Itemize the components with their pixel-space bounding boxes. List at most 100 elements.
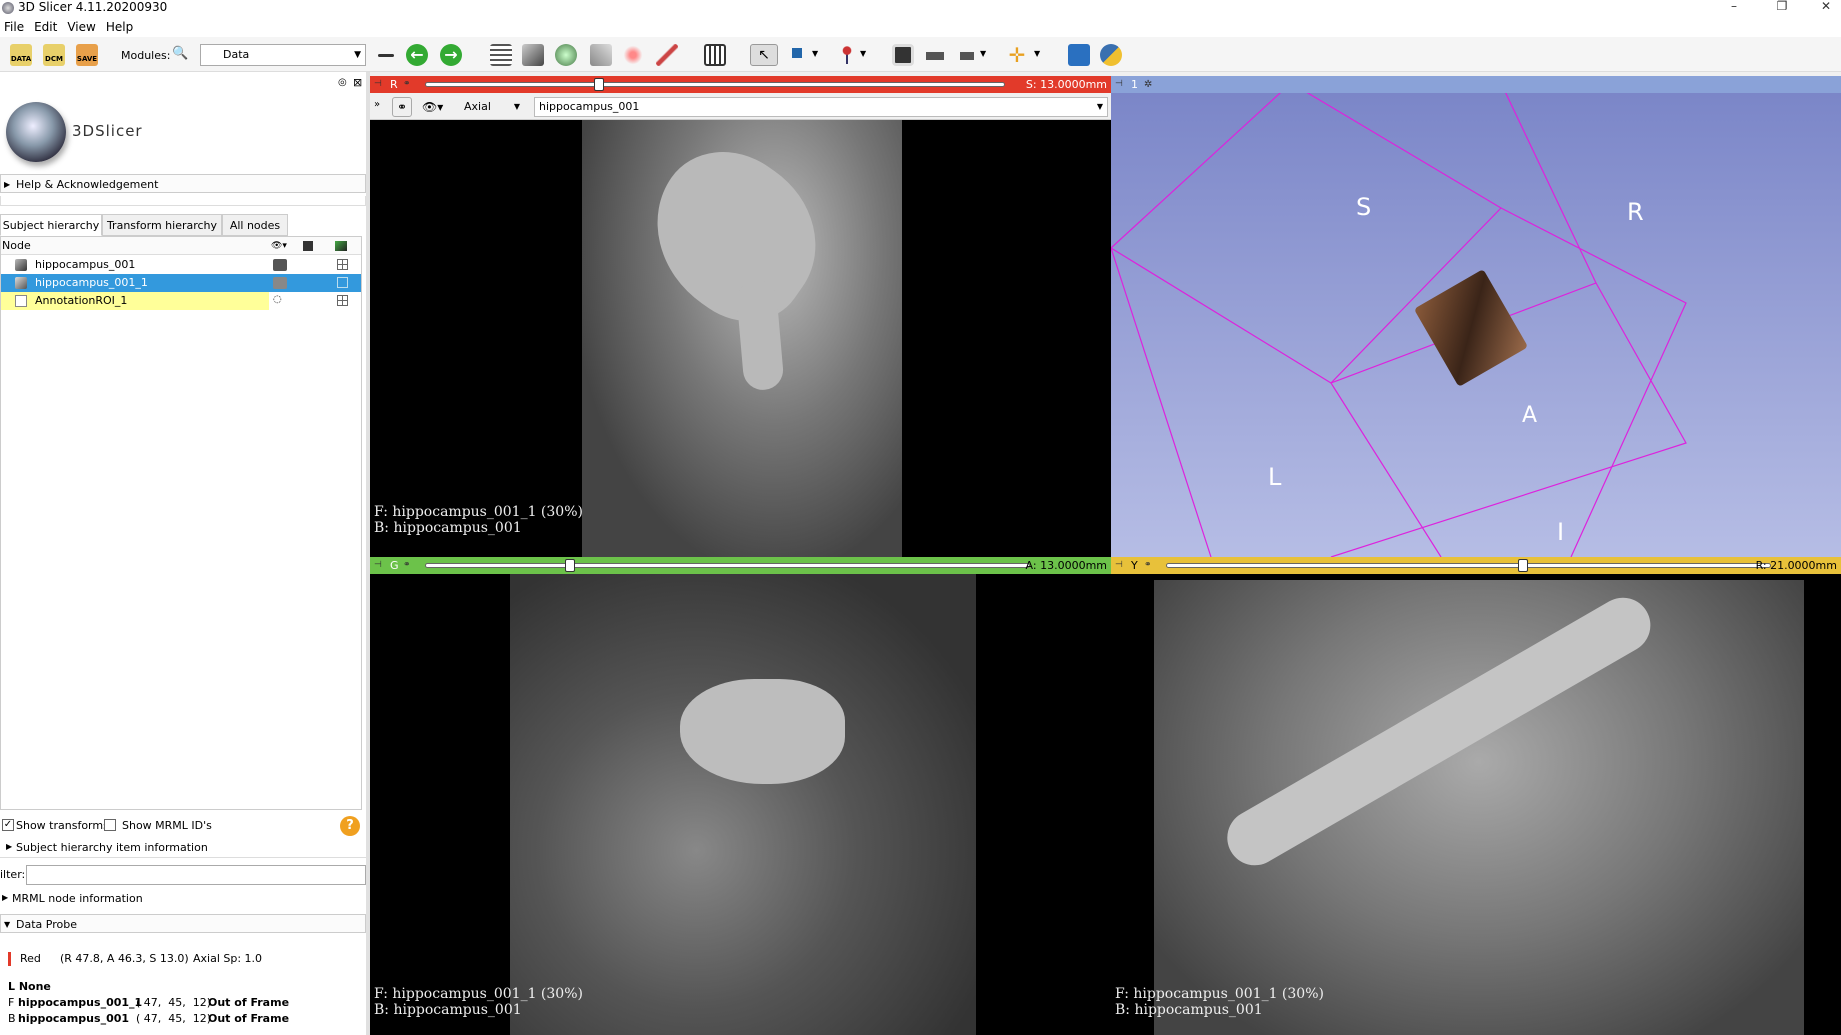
dicom-button[interactable]: DCM: [43, 44, 65, 66]
pin-icon[interactable]: ⊣: [1115, 76, 1123, 93]
pin-icon[interactable]: ⊣: [374, 557, 382, 574]
crosshair-icon[interactable]: ✛: [1006, 44, 1028, 66]
tree-row-annotation-roi-1[interactable]: AnnotationROI_1 ◌: [1, 292, 361, 310]
layout-icon[interactable]: [704, 44, 726, 66]
eye-column-icon[interactable]: 👁▾: [271, 237, 287, 255]
yellow-offset-value: R: 21.0000mm: [1755, 559, 1837, 572]
eye-icon[interactable]: ◌: [273, 295, 287, 307]
chevron-right-icon: ▶: [6, 842, 13, 851]
tree-row-hippocampus-001[interactable]: hippocampus_001: [1, 256, 361, 274]
tab-subject-hierarchy[interactable]: Subject hierarchy: [0, 214, 102, 236]
module-history-icon[interactable]: [378, 54, 394, 57]
show-transforms-checkbox[interactable]: ✓: [2, 819, 14, 831]
link-icon[interactable]: ⚭: [403, 557, 411, 574]
transform-column-icon[interactable]: [335, 241, 347, 251]
yellow-offset-slider[interactable]: [1166, 563, 1771, 568]
link-views-icon[interactable]: ⚭: [392, 97, 412, 117]
save-button[interactable]: SAVE: [76, 44, 98, 66]
red-view-letter: R: [390, 78, 398, 91]
close-button[interactable]: ✕: [1806, 0, 1841, 17]
red-fg-label: F: hippocampus_001_1 (30%): [374, 504, 583, 520]
segment-editor-icon[interactable]: [656, 44, 678, 66]
menu-file[interactable]: File: [0, 17, 30, 37]
transforms-module-icon[interactable]: [590, 44, 612, 66]
red-slider-handle[interactable]: [594, 78, 604, 91]
subject-hierarchy-tree[interactable]: Node 👁▾ hippocampus_001 hippocampus_001_…: [0, 236, 362, 810]
show-mrml-ids-checkbox[interactable]: [104, 819, 116, 831]
screenshot-icon[interactable]: [892, 44, 914, 66]
settings-icon[interactable]: ✲: [1144, 76, 1152, 93]
green-offset-slider[interactable]: [425, 563, 1030, 568]
data-probe-section[interactable]: ▼ Data Probe: [0, 914, 366, 933]
models-module-icon[interactable]: [555, 44, 577, 66]
chevron-down-icon[interactable]: ▼: [1034, 49, 1044, 71]
chevron-down-icon[interactable]: ▼: [860, 49, 870, 71]
mouse-pointer-icon[interactable]: ↖: [750, 44, 778, 66]
probe-view-name: Red: [20, 952, 41, 965]
extension-manager-icon[interactable]: [1068, 44, 1090, 66]
visibility-icon[interactable]: [273, 259, 287, 271]
transform-icon[interactable]: [337, 277, 348, 288]
subject-item-info-section[interactable]: Subject hierarchy item information: [16, 841, 208, 854]
probe-b-prefix: B: [8, 1012, 16, 1025]
yellow-slice-view[interactable]: F: hippocampus_001_1 (30%) B: hippocampu…: [1111, 574, 1841, 1035]
tab-all-nodes[interactable]: All nodes: [222, 214, 288, 236]
mri-slice-image: [510, 574, 976, 1035]
python-console-icon[interactable]: [1100, 44, 1122, 66]
red-slice-view[interactable]: F: hippocampus_001_1 (30%) B: hippocampu…: [370, 120, 1111, 557]
menu-edit[interactable]: Edit: [30, 17, 63, 37]
probe-foreground-name: hippocampus_001_1: [18, 996, 143, 1009]
orientation-selector[interactable]: Axial ▼: [460, 97, 520, 117]
eye-icon[interactable]: 👁▾: [422, 97, 452, 117]
help-icon[interactable]: ?: [340, 816, 360, 836]
visibility-icon[interactable]: [273, 277, 287, 289]
crosshair-pin-icon[interactable]: [836, 44, 858, 66]
pin-icon[interactable]: ⊣: [374, 76, 382, 93]
chevron-down-icon: ▼: [4, 920, 11, 929]
link-icon[interactable]: ⚭: [403, 76, 411, 93]
forward-arrow-icon[interactable]: →: [440, 44, 462, 66]
close-panel-icon[interactable]: ⊠: [353, 76, 362, 89]
menu-help[interactable]: Help: [102, 17, 139, 37]
minimize-button[interactable]: –: [1714, 0, 1754, 17]
color-column-icon[interactable]: [303, 241, 313, 251]
link-icon[interactable]: ⚭: [1144, 557, 1152, 574]
chevron-down-icon[interactable]: ▼: [812, 49, 822, 71]
background-volume-selector[interactable]: hippocampus_001 ▼: [534, 97, 1108, 117]
help-acknowledgement-section[interactable]: ▶ Help & Acknowledgement: [0, 174, 366, 193]
restore-button[interactable]: ❐: [1762, 0, 1802, 17]
module-search-icon[interactable]: 🔍: [172, 46, 188, 68]
undock-icon[interactable]: ◎: [338, 77, 347, 88]
module-selector[interactable]: Data ▼: [200, 44, 366, 66]
pin-icon[interactable]: ⊣: [1115, 557, 1123, 574]
scene-view-icon[interactable]: [924, 44, 946, 66]
column-node[interactable]: Node: [2, 239, 31, 252]
transform-icon[interactable]: [337, 295, 348, 306]
filter-input[interactable]: [26, 865, 366, 885]
show-transforms-label: Show transforms: [16, 819, 109, 832]
load-data-button[interactable]: DATA: [10, 44, 32, 66]
expand-icon[interactable]: »: [374, 99, 380, 110]
green-slice-view[interactable]: F: hippocampus_001_1 (30%) B: hippocampu…: [370, 574, 1111, 1035]
yellow-slider-handle[interactable]: [1517, 559, 1528, 572]
red-controller: » ⚭ 👁▾ Axial ▼ hippocampus_001 ▼: [370, 93, 1111, 120]
chevron-down-icon[interactable]: ▼: [980, 49, 990, 71]
roi-box-edge: [1330, 382, 1442, 557]
back-arrow-icon[interactable]: ←: [406, 44, 428, 66]
tree-row-hippocampus-001-1[interactable]: hippocampus_001_1: [1, 274, 361, 292]
menu-view[interactable]: View: [63, 17, 101, 37]
probe-background-ijk: ( 47, 45, 12): [136, 1012, 212, 1025]
red-offset-slider[interactable]: [425, 82, 1005, 87]
mrml-node-info-section[interactable]: MRML node information: [12, 892, 143, 905]
place-fiducial-icon[interactable]: [790, 44, 812, 66]
green-slider-handle[interactable]: [565, 559, 576, 572]
threed-view[interactable]: S R A L I: [1111, 93, 1841, 557]
markups-module-icon[interactable]: [622, 44, 644, 66]
scene-view-restore-icon[interactable]: [958, 44, 980, 66]
axis-label-l: L: [1268, 463, 1282, 491]
app-icon: [2, 2, 14, 14]
volumes-module-icon[interactable]: [522, 44, 544, 66]
tab-transform-hierarchy[interactable]: Transform hierarchy: [102, 214, 222, 236]
transform-icon[interactable]: [337, 259, 348, 270]
data-module-icon[interactable]: [490, 44, 512, 66]
